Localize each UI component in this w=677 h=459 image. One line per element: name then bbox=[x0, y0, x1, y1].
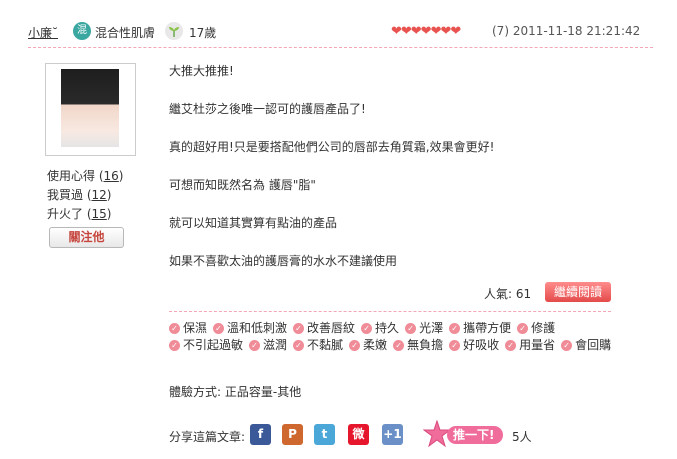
content-divider bbox=[169, 311, 611, 312]
check-icon: ✓ bbox=[293, 340, 305, 351]
header-divider bbox=[28, 47, 653, 48]
username-link[interactable]: 小廉˘ bbox=[28, 24, 58, 41]
check-icon: ✓ bbox=[169, 340, 180, 351]
check-icon: ✓ bbox=[249, 340, 261, 351]
effect-tag: ✓ 無負擔 bbox=[393, 337, 443, 354]
avatar[interactable] bbox=[61, 69, 119, 147]
check-icon: ✓ bbox=[505, 340, 517, 351]
effect-tag: ✓ 滋潤 bbox=[249, 337, 287, 354]
effect-tag: ✓ 柔嫩 bbox=[349, 337, 387, 354]
effect-tags: ✓ 保濕 ✓ 溫和低刺激 ✓ 改善唇紋 ✓ 持久 ✓ 光澤 ✓ 攜帶方便 ✓ 修護 ✓ 不引起過敏 ✓ 滋潤 ✓ 不黏… bbox=[169, 320, 639, 354]
push-count: 5人 bbox=[512, 430, 532, 444]
content-paragraph: 就可以知道其實算有點油的產品 bbox=[169, 216, 338, 230]
stat-leveled-up: 升火了 (15) bbox=[47, 207, 112, 221]
effect-tag: ✓ 改善唇紋 bbox=[293, 320, 355, 337]
effect-tag: ✓ 不引起過敏 bbox=[169, 337, 243, 354]
effect-tag: ✓ 好吸收 bbox=[449, 337, 499, 354]
check-icon: ✓ bbox=[561, 340, 573, 351]
effect-tag: ✓ 攜帶方便 bbox=[449, 320, 511, 337]
popularity-count: 人氣: 61 bbox=[484, 287, 532, 301]
share-label: 分享這篇文章: bbox=[169, 430, 246, 444]
check-icon: ✓ bbox=[405, 323, 417, 334]
skin-type-label: 混合性肌膚 bbox=[95, 26, 156, 40]
effect-tag: ✓ 用量省 bbox=[505, 337, 555, 354]
content-paragraph: 繼艾杜莎之後唯一認可的護唇產品了! bbox=[169, 102, 366, 116]
stat-leveled-up-count-link[interactable]: 15 bbox=[92, 207, 107, 221]
push-button-label: 推一下! bbox=[453, 428, 495, 442]
effect-tag: ✓ 修護 bbox=[517, 320, 555, 337]
age-label: 17歲 bbox=[189, 26, 217, 40]
review-content: 大推大推推! 繼艾杜莎之後唯一認可的護唇產品了! 真的超好用!只是要搭配他們公司… bbox=[169, 62, 629, 271]
content-paragraph: 如果不喜歡太油的護唇膏的水水不建議使用 bbox=[169, 254, 398, 268]
stat-purchased: 我買過 (12) bbox=[47, 188, 112, 202]
check-icon: ✓ bbox=[517, 323, 529, 334]
rating-and-timestamp: (7) 2011-11-18 21:21:42 bbox=[492, 24, 641, 38]
stat-reviews: 使用心得 (16) bbox=[47, 169, 124, 183]
check-icon: ✓ bbox=[393, 340, 405, 351]
effect-tag: ✓ 溫和低刺激 bbox=[213, 320, 287, 337]
effect-tag: ✓ 光澤 bbox=[405, 320, 443, 337]
push-button[interactable]: 推一下! bbox=[422, 419, 505, 448]
effect-tag: ✓ 不黏膩 bbox=[293, 337, 343, 354]
trial-method: 體驗方式: 正品容量-其他 bbox=[169, 385, 302, 399]
read-more-button[interactable]: 繼續閱讀 bbox=[545, 282, 611, 302]
content-paragraph: 可想而知既然名為 護唇"脂" bbox=[169, 178, 316, 192]
stat-purchased-count-link[interactable]: 12 bbox=[92, 188, 107, 202]
stat-reviews-count-link[interactable]: 16 bbox=[104, 169, 119, 183]
effect-tag: ✓ 保濕 bbox=[169, 320, 207, 337]
check-icon: ✓ bbox=[449, 323, 461, 334]
google-plus-one-icon[interactable]: +1 bbox=[382, 424, 403, 445]
check-icon: ✓ bbox=[169, 323, 180, 334]
check-icon: ✓ bbox=[449, 340, 461, 351]
check-icon: ✓ bbox=[349, 340, 361, 351]
check-icon: ✓ bbox=[361, 323, 373, 334]
effect-tag: ✓ 持久 bbox=[361, 320, 399, 337]
twitter-share-icon[interactable]: t bbox=[314, 424, 335, 445]
skin-type-badge-icon: 混 bbox=[73, 22, 91, 40]
sprout-icon bbox=[165, 22, 183, 40]
heart-rating-icon: ❤❤❤❤❤❤❤ bbox=[391, 24, 461, 39]
check-icon: ✓ bbox=[293, 323, 305, 334]
content-paragraph: 真的超好用!只是要搭配他們公司的唇部去角質霜,效果會更好! bbox=[169, 140, 495, 154]
facebook-share-icon[interactable]: f bbox=[250, 424, 271, 445]
effect-tag: ✓ 會回購 bbox=[561, 337, 611, 354]
content-paragraph: 大推大推推! bbox=[169, 64, 234, 78]
weibo-share-icon[interactable]: 微 bbox=[348, 424, 369, 445]
check-icon: ✓ bbox=[213, 323, 225, 334]
follow-button[interactable]: 關注他 bbox=[49, 227, 124, 248]
plurk-share-icon[interactable]: P bbox=[282, 424, 303, 445]
